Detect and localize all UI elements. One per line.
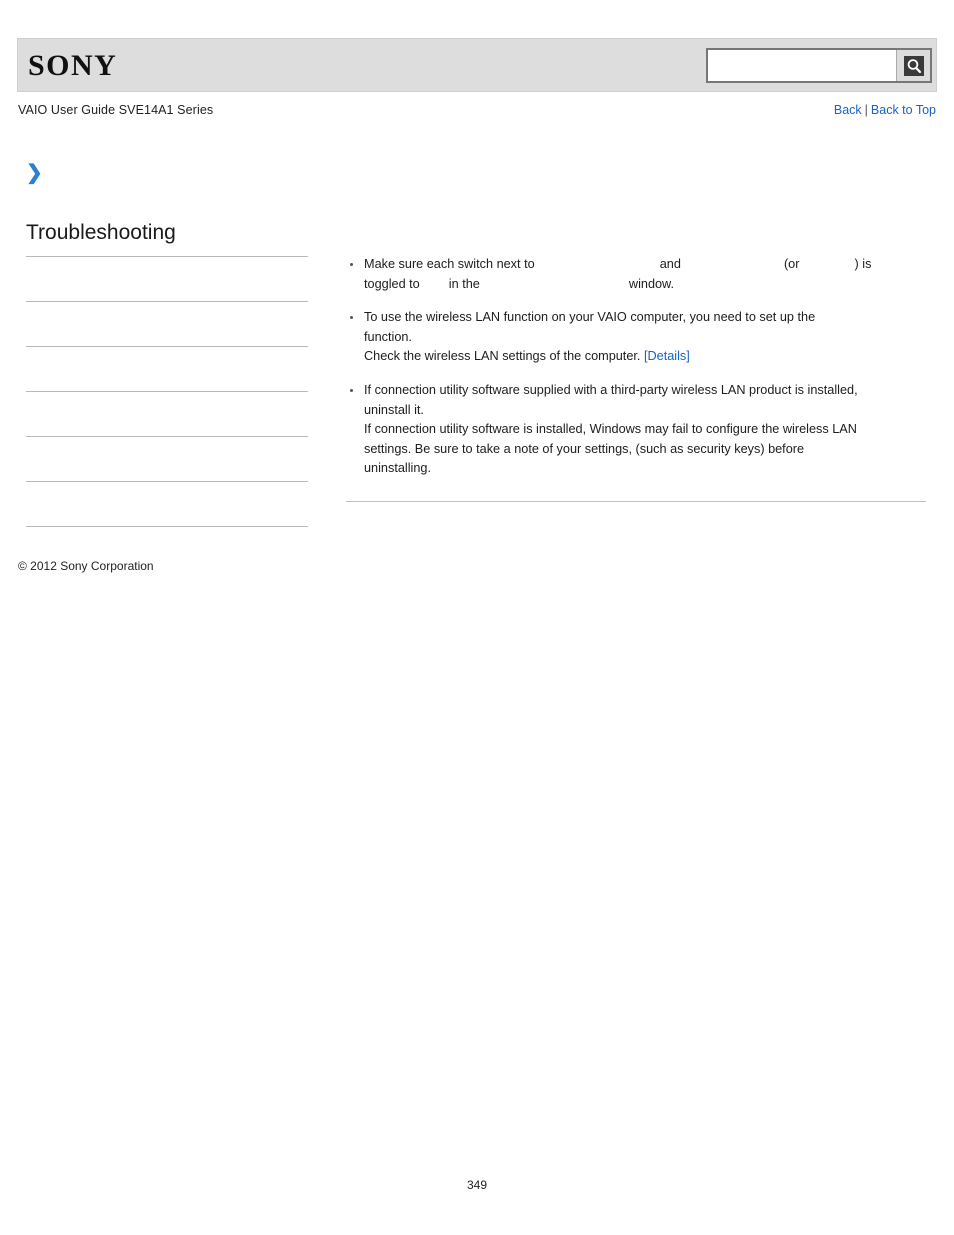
chevron-right-icon[interactable]: ❯: [26, 163, 44, 183]
search-input[interactable]: [708, 50, 896, 81]
sidebar-item-6[interactable]: [26, 482, 308, 527]
bullet-3-line5: uninstalling.: [364, 461, 432, 476]
bullet-3-line3: If connection utility software is instal…: [364, 422, 857, 437]
sidebar-item-4[interactable]: [26, 392, 308, 437]
back-to-top-link[interactable]: Back to Top: [871, 103, 936, 117]
back-link[interactable]: Back: [834, 103, 862, 117]
page-title: Troubleshooting: [26, 220, 308, 257]
bullet-2-line2: function.: [364, 329, 412, 344]
content-area: Make sure each switch next to and (or ) …: [346, 255, 926, 502]
search-box[interactable]: [706, 48, 932, 83]
bullet-1-line1-c: (or: [783, 257, 800, 271]
bullet-2-line1: To use the wireless LAN function on your…: [364, 310, 816, 325]
sidebar-item-3[interactable]: [26, 347, 308, 392]
sidebar-item-5[interactable]: [26, 437, 308, 482]
page-number: 349: [466, 1178, 488, 1192]
sidebar-item-1[interactable]: [26, 257, 308, 302]
bullet-3-line4: settings. Be sure to take a note of your…: [364, 441, 805, 456]
guide-title: VAIO User Guide SVE14A1 Series: [18, 103, 214, 117]
bullet-2-line3: Check the wireless LAN settings of the c…: [364, 349, 641, 364]
bullet-1-line1-d: ) is: [854, 257, 872, 271]
bullet-1-line1-a: Make sure each switch next to: [364, 257, 535, 271]
bullet-1-line2-a: toggled to: [364, 276, 420, 291]
bullet-3-line1: If connection utility software supplied …: [364, 382, 858, 397]
search-button[interactable]: [896, 50, 930, 81]
bullet-1-line2-c: window.: [628, 276, 675, 291]
sidebar-item-2[interactable]: [26, 302, 308, 347]
details-link[interactable]: [Details]: [644, 349, 690, 363]
header-nav-links: Back | Back to Top: [834, 103, 936, 117]
list-item: Make sure each switch next to and (or ) …: [346, 255, 926, 294]
bullet-1-line1-b: and: [659, 257, 681, 271]
list-item: To use the wireless LAN function on your…: [346, 308, 926, 367]
sony-logo: SONY: [28, 49, 118, 82]
nav-separator: |: [864, 103, 868, 117]
bullet-3-line2: uninstall it.: [364, 402, 424, 417]
bullet-1-line2-b: in the: [448, 276, 480, 291]
list-item: If connection utility software supplied …: [346, 381, 926, 479]
copyright-text: © 2012 Sony Corporation: [18, 559, 154, 573]
troubleshooting-bullet-list: Make sure each switch next to and (or ) …: [346, 255, 926, 479]
content-divider: [346, 500, 926, 502]
sidebar: Troubleshooting: [26, 220, 308, 527]
search-icon: [903, 55, 924, 76]
